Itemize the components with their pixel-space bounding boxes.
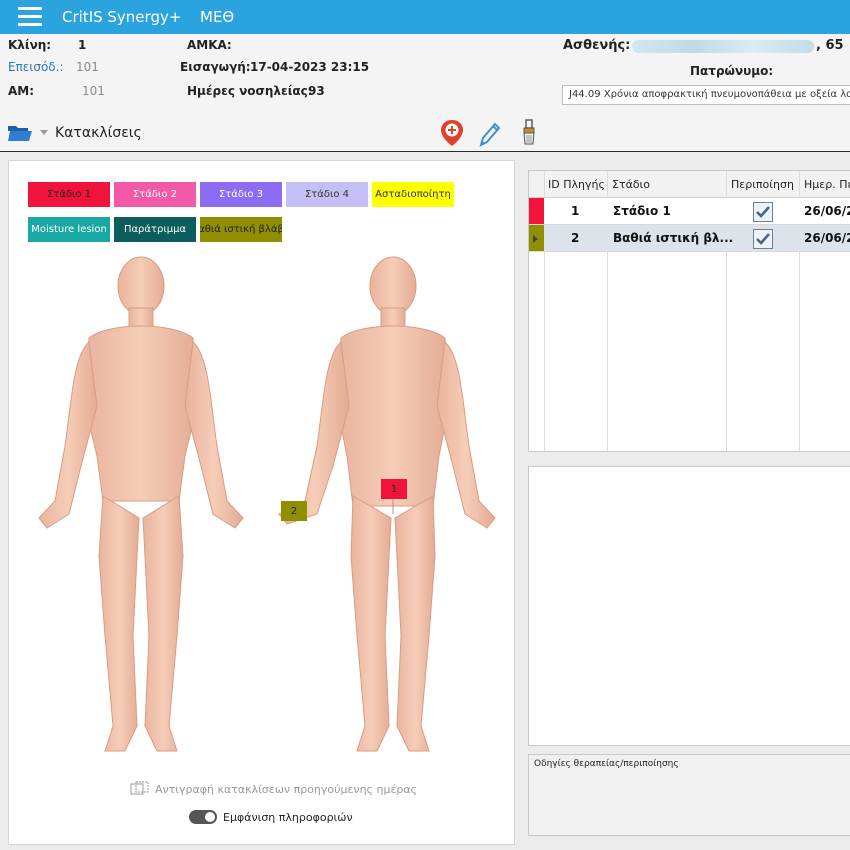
chevron-down-icon[interactable] xyxy=(40,130,48,135)
bed-value: 1 xyxy=(78,38,87,52)
show-info-toggle-row: Εμφάνιση πληροφοριών xyxy=(189,807,353,827)
marker-label: 1 xyxy=(390,483,398,495)
legend-unstageable[interactable]: Ασταδιοποίητη xyxy=(372,182,454,207)
legend-deep-tissue-injury[interactable]: αθιά ιστική βλάβ xyxy=(200,217,282,242)
am-label: ΑΜ: xyxy=(8,84,35,98)
legend-label: Moisture lesion xyxy=(31,224,107,235)
treatment-notes-label: Οδηγίες θεραπείας/περιποίησης xyxy=(534,759,679,769)
legend-stage-4[interactable]: Στάδιο 4 xyxy=(286,182,368,207)
legend-label: Στάδιο 2 xyxy=(132,189,178,200)
menu-icon[interactable] xyxy=(18,7,42,27)
grid-header: ID Πληγής Στάδιο Περιποίηση Ημερ. Πε xyxy=(529,171,850,198)
row-id: 1 xyxy=(571,204,580,218)
legend-label: Στάδιο 1 xyxy=(46,189,92,200)
body-diagram[interactable] xyxy=(29,256,504,756)
wound-marker-1[interactable]: 1 xyxy=(381,479,407,499)
location-pin-add-icon[interactable] xyxy=(439,118,465,148)
legend-label: Στάδιο 4 xyxy=(304,189,350,200)
admission-label: Εισαγωγή: xyxy=(180,60,251,74)
legend-moisture-lesion[interactable]: Moisture lesion xyxy=(28,217,110,242)
care-checkbox[interactable] xyxy=(753,229,773,249)
patient-name-redacted xyxy=(632,40,814,53)
body-front xyxy=(38,256,244,752)
legend-abrasion[interactable]: Παράτριμμα xyxy=(114,217,196,242)
unit-title: ΜΕΘ xyxy=(200,8,235,26)
row-date: 26/06/2 xyxy=(804,204,850,218)
row-stage: Στάδιο 1 xyxy=(613,204,671,218)
care-checkbox[interactable] xyxy=(753,202,773,222)
days-value: 93 xyxy=(308,84,325,98)
folder-icon[interactable] xyxy=(7,124,33,142)
row-date: 26/06/2 xyxy=(804,231,850,245)
legend-label: αθιά ιστική βλάβ xyxy=(200,224,282,235)
episode-value: 101 xyxy=(76,60,99,74)
edit-pencil-icon[interactable] xyxy=(476,118,502,148)
legend-stage-3[interactable]: Στάδιο 3 xyxy=(200,182,282,207)
patient-label: Ασθενής: xyxy=(563,38,631,53)
wound-details-panel xyxy=(528,466,850,746)
body-map-panel: Στάδιο 1 Στάδιο 2 Στάδιο 3 Στάδιο 4 Αστα… xyxy=(8,160,515,845)
wounds-grid: ID Πληγής Στάδιο Περιποίηση Ημερ. Πε 1 Σ… xyxy=(528,170,850,452)
table-row[interactable]: 1 Στάδιο 1 26/06/2 xyxy=(529,198,850,225)
admission-value: 17-04-2023 23:15 xyxy=(250,60,370,74)
col-header-care[interactable]: Περιποίηση xyxy=(731,178,794,191)
section-title: Κατακλίσεις xyxy=(55,125,142,141)
toggle-knob xyxy=(205,812,215,822)
amka-label: ΑΜΚΑ: xyxy=(187,38,232,52)
marker-label: 2 xyxy=(290,505,298,517)
row-stage: Βαθιά ιστική βλ... xyxy=(613,231,734,245)
copy-icon xyxy=(130,781,149,795)
episode-label[interactable]: Επεισόδ.: xyxy=(8,60,64,74)
bed-label: Κλίνη: xyxy=(8,38,52,52)
row-pointer-icon xyxy=(533,235,538,243)
legend-label: Στάδιο 3 xyxy=(218,189,264,200)
treatment-notes-field[interactable]: Οδηγίες θεραπείας/περιποίησης xyxy=(528,754,850,836)
col-header-date[interactable]: Ημερ. Πε xyxy=(804,178,850,191)
body-back xyxy=(278,256,496,752)
table-row[interactable]: 2 Βαθιά ιστική βλ... 26/06/2 xyxy=(529,225,850,252)
row-id: 2 xyxy=(571,231,580,245)
legend-label: Παράτριμμα xyxy=(123,224,187,235)
legend-stage-1[interactable]: Στάδιο 1 xyxy=(28,182,110,207)
diagnosis-field[interactable]: J44.09 Χρόνια αποφρακτική πνευμονοπάθεια… xyxy=(562,85,850,105)
wound-marker-2[interactable]: 2 xyxy=(281,501,307,521)
patient-header: Κλίνη: 1 Επεισόδ.: 101 ΑΜ: 101 ΑΜΚΑ: Εισ… xyxy=(0,34,850,152)
show-info-toggle[interactable] xyxy=(189,810,217,824)
top-bar: CritIS Synergy+ ΜΕΘ xyxy=(0,0,850,34)
brush-icon[interactable] xyxy=(516,118,542,148)
legend-stage-2[interactable]: Στάδιο 2 xyxy=(114,182,196,207)
patient-age: , 65 xyxy=(816,38,844,53)
col-header-id[interactable]: ID Πληγής xyxy=(548,178,605,191)
show-info-label: Εμφάνιση πληροφοριών xyxy=(223,810,353,824)
row-color-indicator xyxy=(529,198,544,224)
app-title: CritIS Synergy+ xyxy=(62,8,182,26)
col-header-stage[interactable]: Στάδιο xyxy=(612,178,650,191)
father-name-label: Πατρώνυμο: xyxy=(690,64,774,78)
legend-label: Ασταδιοποίητη xyxy=(375,189,451,200)
copy-previous-day-button[interactable]: Αντιγραφή κατακλίσεων προηγούμενης ημέρα… xyxy=(129,779,417,799)
days-label: Ημέρες νοσηλείας: xyxy=(187,84,313,98)
section-toolbar: Κατακλίσεις xyxy=(0,116,850,148)
am-value: 101 xyxy=(82,84,105,98)
copy-previous-day-label: Αντιγραφή κατακλίσεων προηγούμενης ημέρα… xyxy=(155,782,418,796)
